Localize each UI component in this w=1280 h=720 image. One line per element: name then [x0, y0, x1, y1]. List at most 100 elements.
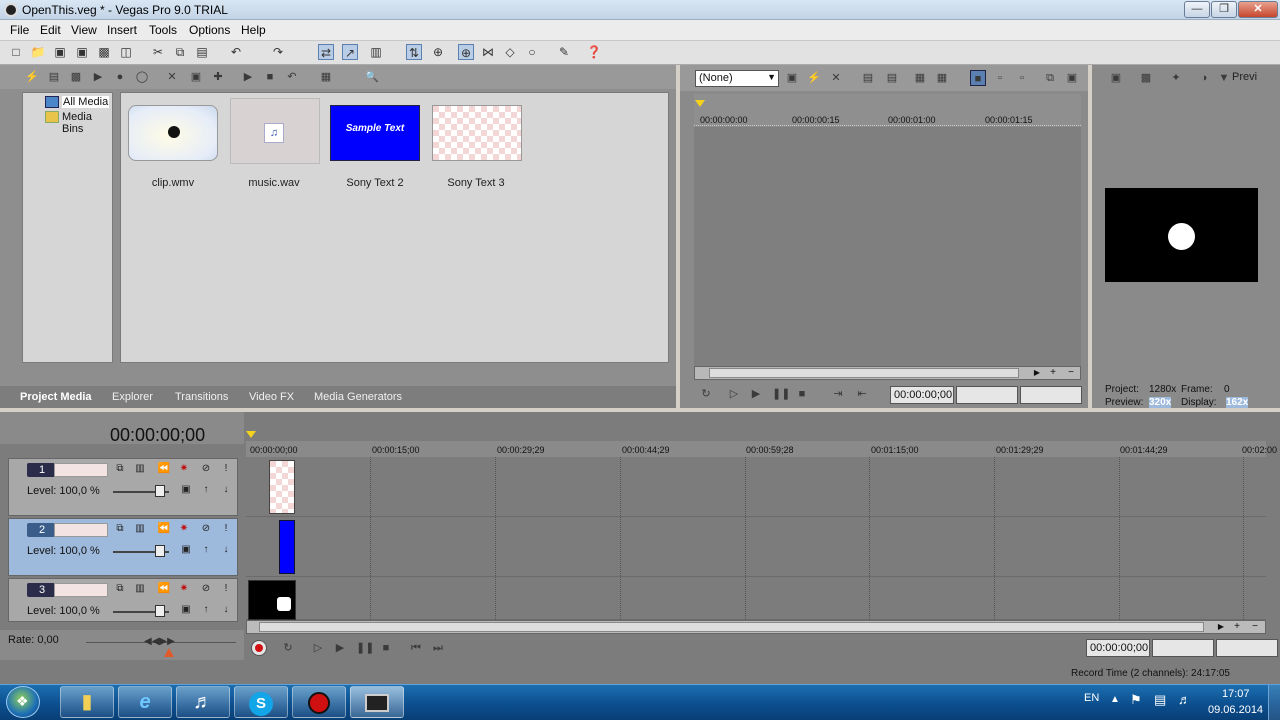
trimmer-copy-icon[interactable]: ⧉ — [1042, 70, 1058, 86]
edit-details-icon[interactable]: ✎ — [556, 44, 572, 60]
save-as-icon[interactable]: ▣ — [74, 44, 90, 60]
volume-icon[interactable]: ♬ — [1178, 692, 1191, 707]
move-up-icon[interactable]: ↑ — [199, 543, 213, 557]
track-motion-icon[interactable]: ⏪ — [157, 522, 171, 536]
track-lane-3[interactable] — [246, 577, 1266, 620]
tab-media-generators[interactable]: Media Generators — [314, 391, 402, 403]
make-compositing-child-icon[interactable]: ▥ — [133, 522, 147, 536]
trimmer-scroll-thumb[interactable] — [709, 368, 1019, 378]
show-video-icon[interactable]: ■ — [970, 70, 986, 86]
cut-icon[interactable]: ✂ — [150, 44, 166, 60]
tab-explorer[interactable]: Explorer — [112, 391, 153, 403]
event-clip-wmv[interactable] — [248, 580, 296, 620]
zoom-out-icon[interactable]: − — [1249, 621, 1261, 633]
trimmer-mark-out-icon[interactable]: ⇤ — [854, 386, 870, 402]
track-name-field[interactable] — [54, 523, 108, 537]
trimmer-add-before-icon[interactable]: ▤ — [860, 70, 876, 86]
track-header-3[interactable]: 3 ⧉ ▥ ⏪ ✷ ⊘ ! Level: 100,0 % ▣ ↑ ↓ — [8, 578, 238, 622]
snapping-icon[interactable]: ⊕ — [458, 44, 474, 60]
stop-icon[interactable]: ■ — [378, 640, 394, 656]
preview-properties-icon[interactable]: ▣ — [1108, 70, 1124, 86]
trimmer-overwrite-icon[interactable]: ▦ — [912, 70, 928, 86]
menu-tools[interactable]: Tools — [149, 23, 177, 37]
get-media-from-web-icon[interactable]: ▩ — [68, 69, 84, 85]
record-button[interactable] — [251, 640, 267, 656]
show-audio-icon[interactable]: ▫ — [992, 70, 1008, 86]
scroll-right-icon[interactable]: ▶ — [1031, 367, 1043, 379]
move-down-icon[interactable]: ↓ — [219, 603, 233, 617]
media-item-clip-wmv[interactable] — [128, 105, 218, 161]
show-both-icon[interactable]: ▫ — [1014, 70, 1030, 86]
ignore-grouping-icon[interactable]: ◇ — [502, 44, 518, 60]
timeline-scroll-thumb[interactable] — [259, 622, 1204, 632]
zoom-in-icon[interactable]: + — [1231, 621, 1243, 633]
maximize-button[interactable]: ❐ — [1211, 1, 1237, 18]
play-from-start-icon[interactable]: ▷ — [726, 386, 742, 402]
trimmer-scrollbar[interactable]: ▶ + − — [694, 366, 1081, 380]
trimmer-save-icon[interactable]: ▣ — [1064, 70, 1080, 86]
tab-transitions[interactable]: Transitions — [175, 391, 228, 403]
composite-mode-icon[interactable]: ⧉ — [113, 462, 127, 476]
track-motion-icon[interactable]: ⏪ — [157, 582, 171, 596]
trimmer-media-select[interactable]: (None) ▼ — [695, 70, 779, 87]
track-properties-icon[interactable]: ▣ — [179, 543, 193, 557]
taskbar-vegas[interactable] — [350, 686, 404, 718]
event-sony-text-3[interactable] — [269, 460, 295, 514]
zoom-out-icon[interactable]: − — [1065, 367, 1077, 379]
minimize-button[interactable]: — — [1184, 1, 1210, 18]
media-fx-icon[interactable]: ● — [112, 69, 128, 85]
views-icon[interactable]: ▦ — [318, 69, 334, 85]
add-to-timeline-icon[interactable]: ✚ — [210, 69, 226, 85]
loop-icon[interactable]: ↻ — [698, 386, 714, 402]
track-properties-icon[interactable]: ▣ — [179, 603, 193, 617]
menu-insert[interactable]: Insert — [107, 23, 137, 37]
pause-icon[interactable]: ❚❚ — [772, 386, 790, 402]
zoom-in-icon[interactable]: + — [1047, 367, 1059, 379]
event-sony-text-2[interactable] — [279, 520, 295, 574]
solo-icon[interactable]: ! — [219, 522, 233, 536]
menu-view[interactable]: View — [71, 23, 97, 37]
remove-media-icon[interactable]: ✕ — [164, 69, 180, 85]
open-icon[interactable]: 📁 — [30, 44, 46, 60]
track-name-field[interactable] — [54, 463, 108, 477]
trimmer-add-after-icon[interactable]: ▤ — [884, 70, 900, 86]
lock-envelopes-icon[interactable]: ⊕ — [430, 44, 446, 60]
pause-icon[interactable]: ❚❚ — [356, 640, 374, 656]
tab-video-fx[interactable]: Video FX — [249, 391, 294, 403]
mute-icon[interactable]: ⊘ — [199, 462, 213, 476]
track-header-1[interactable]: 1 ⧉ ▥ ⏪ ✷ ⊘ ! Level: 100,0 % ▣ ↑ ↓ — [8, 458, 238, 516]
capture-video-icon[interactable]: ▤ — [46, 69, 62, 85]
trimmer-fx-icon[interactable]: ⚡ — [806, 70, 822, 86]
move-down-icon[interactable]: ↓ — [219, 543, 233, 557]
chevron-down-icon[interactable]: ▼ — [1216, 70, 1232, 86]
zoom-tool-icon[interactable]: ○ — [524, 44, 540, 60]
play-icon[interactable]: ▶ — [332, 640, 348, 656]
track-fx-icon[interactable]: ✷ — [177, 462, 191, 476]
stop-media-icon[interactable]: ■ — [262, 69, 278, 85]
track-name-field[interactable] — [54, 583, 108, 597]
level-slider-handle[interactable] — [155, 545, 165, 557]
timeline-scrollbar[interactable]: ▶ + − — [246, 620, 1266, 634]
tree-item-all-media[interactable]: All Media — [62, 96, 110, 108]
redo-icon[interactable]: ↷ — [270, 44, 286, 60]
undo-icon[interactable]: ↶ — [228, 44, 244, 60]
loop-icon[interactable]: ↻ — [280, 640, 296, 656]
render-icon[interactable]: ▩ — [96, 44, 112, 60]
trimmer-view-area[interactable] — [694, 127, 1081, 367]
taskbar-media-player[interactable]: ♬ — [176, 686, 230, 718]
menu-file[interactable]: File — [10, 23, 29, 37]
action-center-icon[interactable]: ⚑ — [1130, 692, 1142, 708]
scroll-right-icon[interactable]: ▶ — [1215, 621, 1227, 633]
track-motion-icon[interactable]: ⏪ — [157, 462, 171, 476]
network-icon[interactable]: ▤ — [1154, 692, 1166, 708]
stop-icon[interactable]: ■ — [794, 386, 810, 402]
start-button[interactable]: ❖ — [6, 686, 40, 718]
trimmer-properties-icon[interactable]: ▣ — [784, 70, 800, 86]
tree-item-media-bins[interactable]: Media Bins — [62, 111, 112, 135]
level-slider-handle[interactable] — [155, 605, 165, 617]
auto-preview-icon[interactable]: ↶ — [284, 69, 300, 85]
go-to-start-icon[interactable]: ⏮ — [408, 640, 424, 656]
envelope-tool-icon[interactable]: ↗ — [342, 44, 358, 60]
move-down-icon[interactable]: ↓ — [219, 483, 233, 497]
media-properties-icon[interactable]: ◯ — [134, 69, 150, 85]
